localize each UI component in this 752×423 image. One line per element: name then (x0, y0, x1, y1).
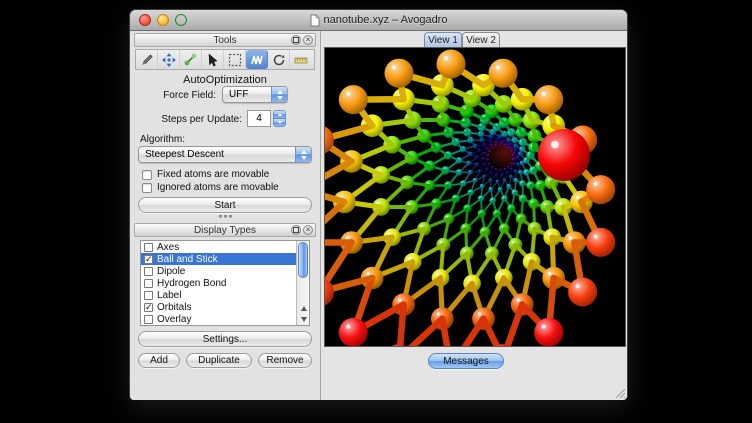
tool-toolbar (135, 49, 315, 70)
display-type-label: Axes (157, 242, 179, 253)
tools-panel-title: Tools (213, 35, 236, 46)
ignored-atoms-checkbox-row[interactable]: Ignored atoms are movable (142, 182, 279, 193)
display-type-checkbox[interactable]: ✓ (144, 303, 153, 312)
stepper-down-button[interactable] (274, 119, 285, 126)
ignored-atoms-label: Ignored atoms are movable (157, 182, 279, 193)
navigate-arrows-icon (161, 52, 177, 68)
messages-button[interactable]: Messages (428, 353, 504, 369)
scroll-up-button[interactable] (297, 303, 310, 314)
close-icon: × (306, 226, 311, 234)
settings-button[interactable]: Settings... (138, 331, 312, 347)
display-types-title: Display Types (194, 225, 256, 236)
steps-per-update-field[interactable]: 4 (247, 110, 271, 127)
force-field-value: UFF (229, 89, 248, 100)
ruler-icon (293, 52, 309, 68)
draw-tool-button[interactable] (136, 50, 158, 69)
scrollbar[interactable] (296, 241, 309, 325)
display-type-checkbox[interactable] (144, 243, 153, 252)
tab-view-1[interactable]: View 1 (424, 32, 462, 47)
stepper-up-button[interactable] (274, 111, 285, 119)
display-type-checkbox[interactable] (144, 267, 153, 276)
ignored-atoms-checkbox[interactable] (142, 183, 152, 193)
close-icon: × (306, 36, 311, 44)
fixed-atoms-label: Fixed atoms are movable (157, 169, 269, 180)
rotate-arrow-icon (271, 52, 287, 68)
tools-panel-header[interactable]: Tools × (134, 33, 316, 47)
display-types-float-button[interactable] (291, 225, 301, 235)
scrollbar-thumb[interactable] (298, 242, 308, 278)
pencil-icon (139, 52, 155, 68)
window-title: nanotube.xyz – Avogadro (324, 14, 448, 26)
scroll-down-button[interactable] (297, 314, 310, 325)
document-icon (310, 14, 320, 27)
start-button[interactable]: Start (138, 197, 312, 213)
resize-grip[interactable] (613, 386, 625, 398)
display-type-checkbox[interactable]: ✓ (144, 255, 153, 264)
steps-per-update-label: Steps per Update: (130, 114, 242, 125)
display-type-row[interactable]: Hydrogen Bond (141, 277, 296, 289)
fixed-atoms-checkbox[interactable] (142, 170, 152, 180)
gl-viewport[interactable] (324, 47, 626, 347)
cursor-icon (205, 52, 221, 68)
display-type-row[interactable]: ✓ Orbitals (141, 301, 296, 313)
force-field-label: Force Field: (130, 90, 216, 101)
display-type-label: Orbitals (157, 302, 191, 313)
window-content: Tools × (130, 31, 627, 400)
display-type-row[interactable]: Dipole (141, 265, 296, 277)
combo-arrows-icon (271, 87, 287, 102)
float-icon (293, 37, 299, 43)
dock-splitter-handle[interactable] (210, 214, 240, 219)
display-type-row[interactable]: Label (141, 289, 296, 301)
add-button[interactable]: Add (138, 353, 180, 368)
display-types-close-button[interactable]: × (303, 225, 313, 235)
title-bar[interactable]: nanotube.xyz – Avogadro (130, 10, 627, 31)
auto-optimize-tool-button[interactable] (246, 50, 268, 69)
float-icon (293, 227, 299, 233)
avogadro-window: nanotube.xyz – Avogadro Tools × (130, 10, 627, 399)
tools-panel-close-button[interactable]: × (303, 35, 313, 45)
algorithm-value: Steepest Descent (145, 149, 224, 160)
view-area: View 1 View 2 Messages (320, 31, 627, 400)
algorithm-select[interactable]: Steepest Descent (138, 146, 312, 163)
selection-rect-icon (227, 52, 243, 68)
display-type-label: Label (157, 290, 181, 301)
display-type-row[interactable]: Axes (141, 241, 296, 253)
display-type-label: Dipole (157, 266, 185, 277)
tools-panel-float-button[interactable] (291, 35, 301, 45)
manipulate-tool-button[interactable] (202, 50, 224, 69)
navigate-tool-button[interactable] (158, 50, 180, 69)
display-types-panel-header[interactable]: Display Types × (134, 223, 316, 237)
arrow-down-icon (301, 317, 307, 322)
algorithm-label: Algorithm: (140, 134, 185, 145)
select-tool-button[interactable] (224, 50, 246, 69)
remove-button[interactable]: Remove (258, 353, 312, 368)
tab-view-2[interactable]: View 2 (462, 32, 500, 47)
display-type-checkbox[interactable] (144, 291, 153, 300)
duplicate-button[interactable]: Duplicate (186, 353, 252, 368)
display-type-label: Ball and Stick (157, 254, 218, 265)
arrow-up-icon (301, 306, 307, 311)
align-tool-button[interactable] (290, 50, 312, 69)
measure-tool-button[interactable] (180, 50, 202, 69)
display-types-list: Axes ✓ Ball and StickDipoleHydrogen BondLa… (140, 240, 310, 326)
display-type-label: Hydrogen Bond (157, 278, 227, 289)
spring-icon (249, 52, 265, 68)
display-type-label: Overlay (157, 314, 191, 325)
dock-area: Tools × (130, 31, 320, 400)
auto-rotate-tool-button[interactable] (268, 50, 290, 69)
nanotube-render (325, 48, 625, 346)
display-type-row[interactable]: ✓ Ball and Stick (141, 253, 296, 265)
display-type-checkbox[interactable] (144, 315, 153, 324)
display-type-row[interactable]: Overlay (141, 313, 296, 325)
combo-arrows-icon (295, 147, 311, 162)
steps-per-update-value: 4 (256, 113, 262, 124)
fixed-atoms-checkbox-row[interactable]: Fixed atoms are movable (142, 169, 269, 180)
measure-icon (183, 52, 199, 68)
force-field-select[interactable]: UFF (222, 86, 288, 103)
display-types-rows: Axes ✓ Ball and StickDipoleHydrogen BondLa… (141, 241, 296, 325)
steps-per-update-stepper (273, 110, 286, 127)
autooptimization-title: AutoOptimization (130, 74, 320, 86)
display-type-checkbox[interactable] (144, 279, 153, 288)
desktop-background: nanotube.xyz – Avogadro Tools × (0, 0, 752, 423)
